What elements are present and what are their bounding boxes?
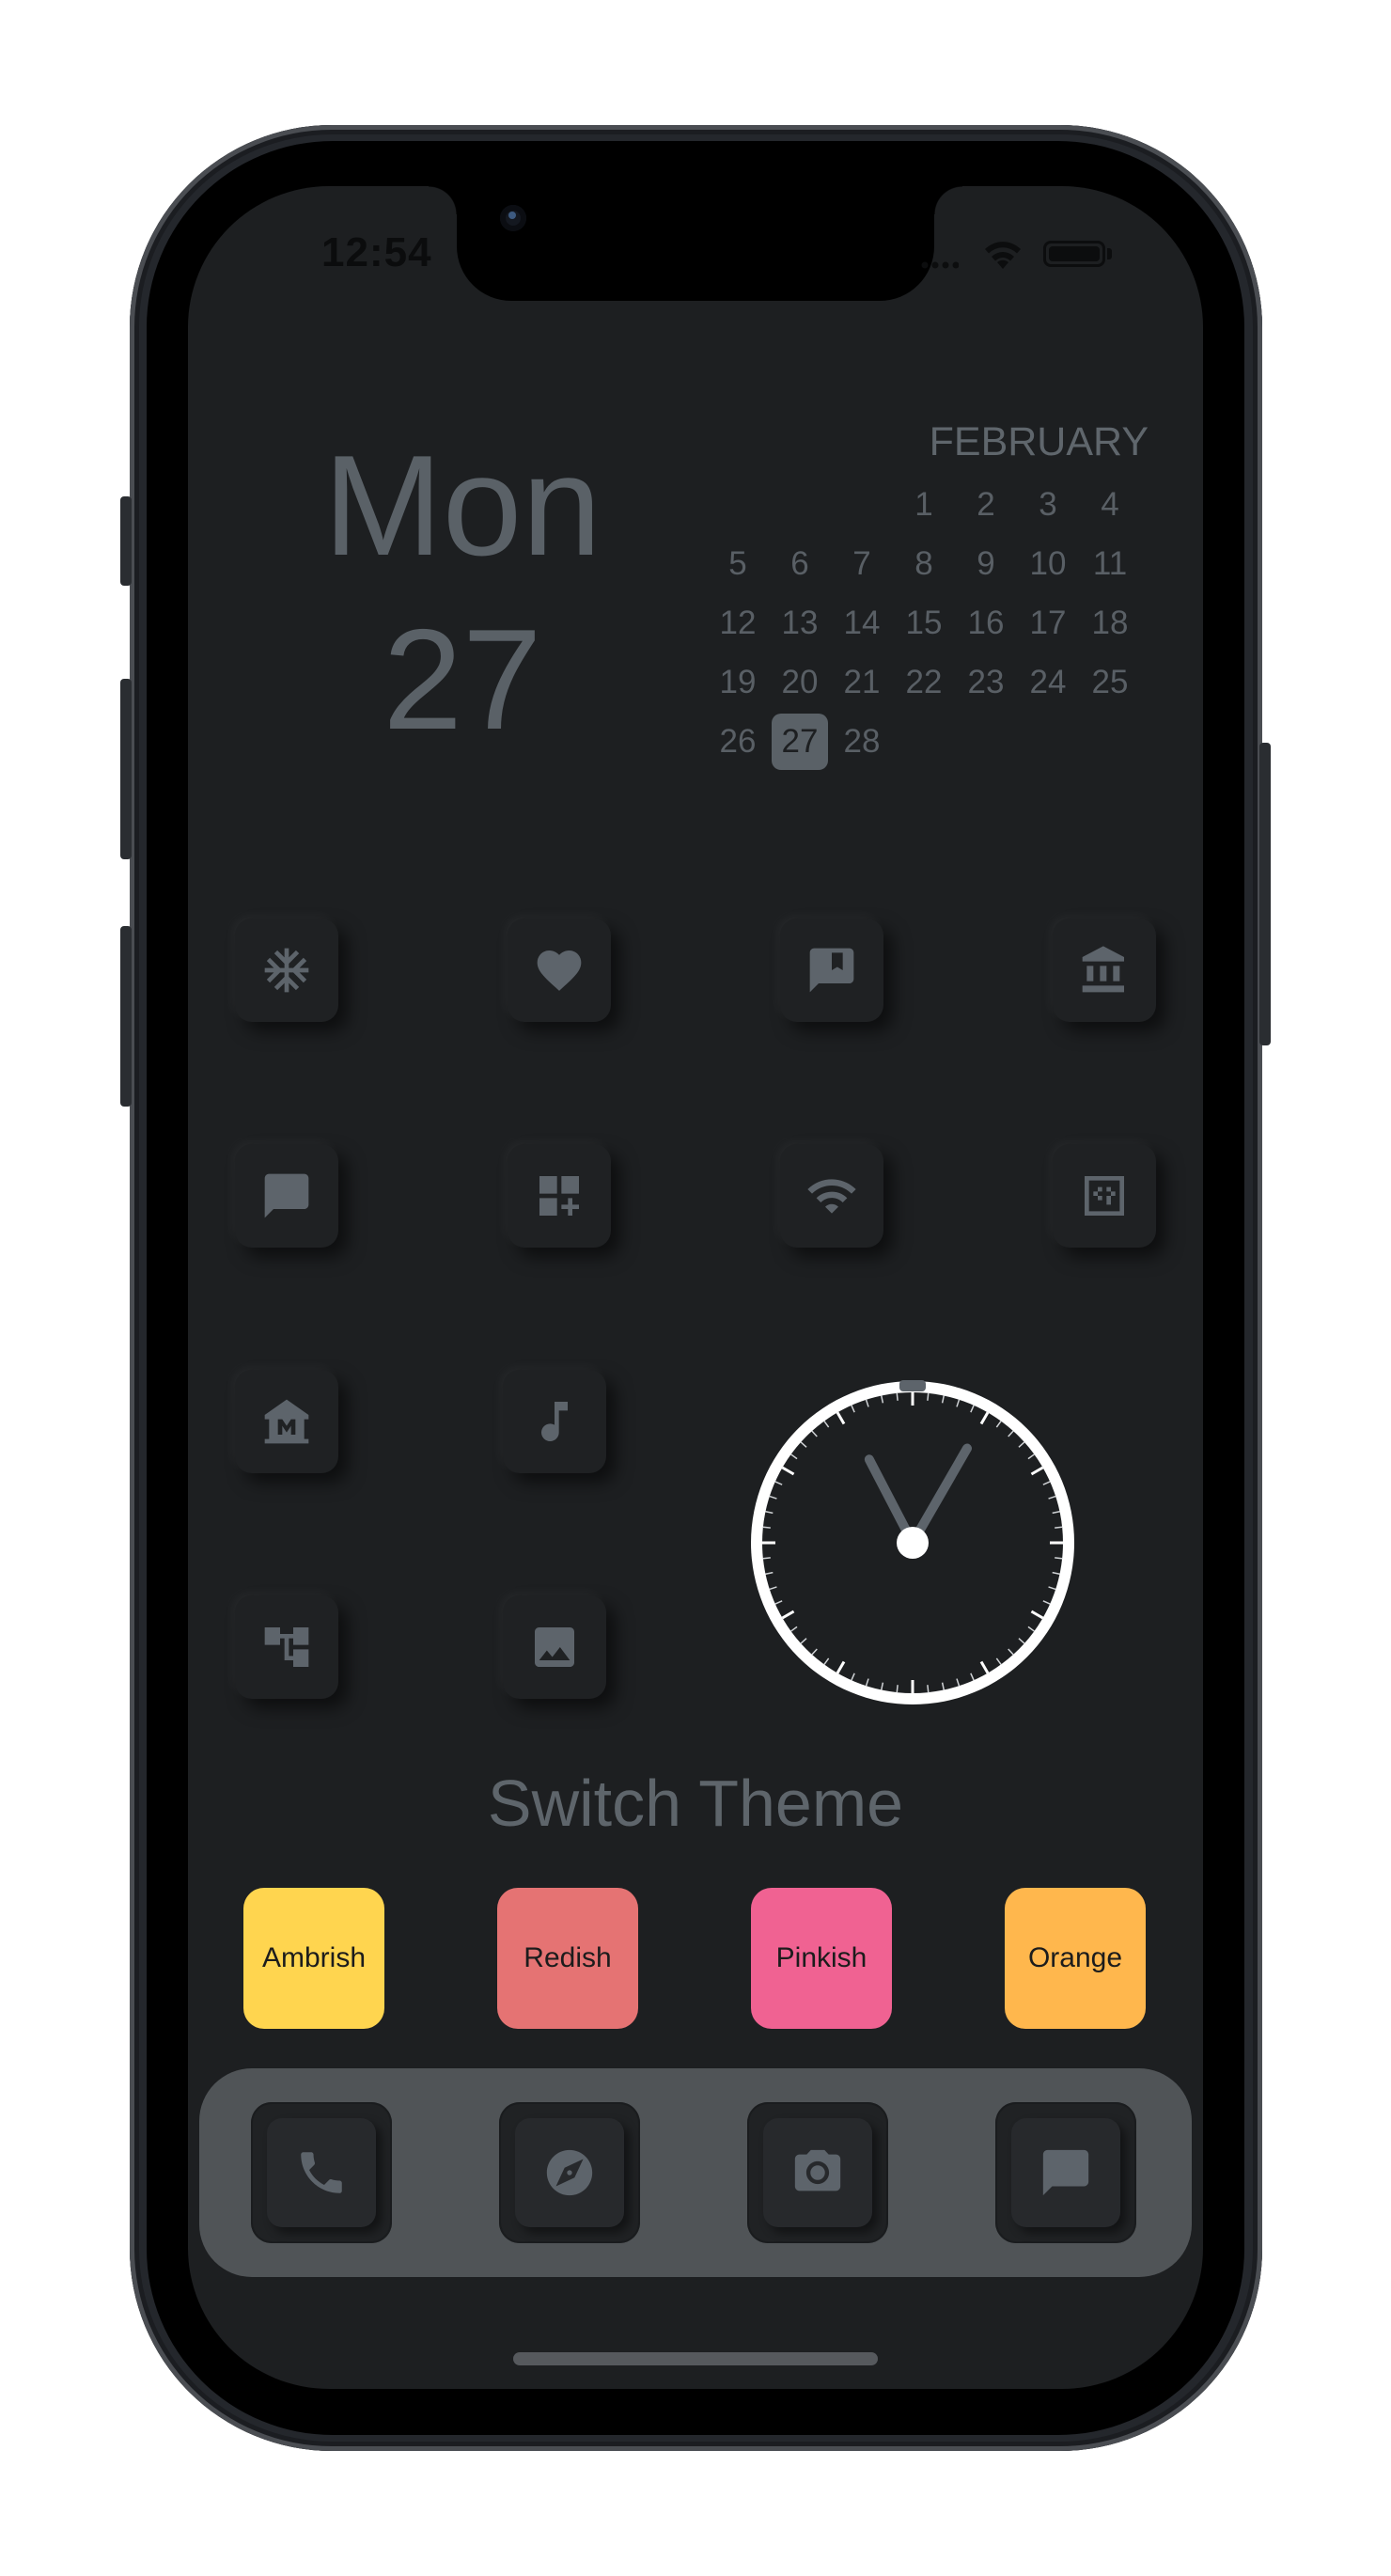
- home-indicator[interactable]: [513, 2352, 878, 2365]
- clock-tick: [896, 1685, 899, 1693]
- volume-up-button: [120, 679, 132, 859]
- app-dashboard-add[interactable]: [508, 1144, 611, 1248]
- dock-compass-button[interactable]: [515, 2118, 624, 2227]
- calendar-day: 24: [1029, 664, 1067, 700]
- calendar-day: 21: [843, 664, 881, 700]
- switch-theme-title: Switch Theme: [487, 1767, 904, 1840]
- notch: [429, 186, 962, 301]
- app-tree-structure[interactable]: [235, 1595, 338, 1699]
- calendar-day: 14: [843, 605, 881, 641]
- calendar-month: FEBRUARY: [929, 419, 1149, 464]
- volume-down-button: [120, 926, 132, 1107]
- app-grid-dots[interactable]: [1053, 1144, 1156, 1248]
- music-note-icon: [541, 1402, 568, 1441]
- dock: [199, 2068, 1192, 2277]
- power-button: [1259, 743, 1271, 1045]
- clock-tick: [1055, 1526, 1063, 1529]
- dock-phone[interactable]: [251, 2102, 392, 2243]
- calendar-day: 23: [967, 664, 1005, 700]
- calendar-day: 16: [967, 605, 1005, 641]
- app-heart[interactable]: [508, 919, 611, 1022]
- image-icon: [535, 1627, 574, 1667]
- theme-button-ambrish[interactable]: Ambrish: [243, 1888, 384, 2029]
- calendar-day: 10: [1029, 545, 1067, 582]
- calendar-day: 25: [1091, 664, 1129, 700]
- app-bookmark-message[interactable]: [780, 919, 883, 1022]
- tree-structure-icon: [264, 1627, 309, 1667]
- clock-tick: [762, 1526, 771, 1529]
- compass-icon: [546, 2149, 593, 2196]
- calendar-day: 6: [790, 545, 809, 582]
- bank-icon: [1082, 946, 1124, 993]
- clock-top-marker: [899, 1380, 926, 1391]
- heart-icon: [537, 950, 582, 991]
- bookmark-message-icon: [809, 948, 854, 993]
- museum-icon: [264, 1399, 309, 1444]
- grid-dots-icon: [1085, 1176, 1124, 1216]
- calendar-day: 11: [1092, 545, 1128, 582]
- message-icon: [1042, 2149, 1089, 2196]
- clock-tick: [762, 1557, 771, 1560]
- home-screen: 12:54 Mon 27 FEBRUARY 1 2 3 4 5 6 7 8 9 10 11 12 13 1…: [188, 186, 1203, 2389]
- calendar-day: 17: [1029, 605, 1067, 641]
- theme-button-pinkish[interactable]: Pinkish: [751, 1888, 892, 2029]
- app-wifi[interactable]: [780, 1144, 883, 1248]
- analog-clock: [751, 1380, 1074, 1704]
- clock-tick: [927, 1685, 930, 1693]
- calendar-day: 7: [852, 545, 871, 582]
- calendar-day: 18: [1091, 605, 1129, 641]
- clock-center: [897, 1527, 929, 1559]
- calendar-day: 2: [977, 486, 995, 523]
- battery-icon: [1043, 241, 1105, 267]
- phone-icon: [301, 2152, 342, 2193]
- calendar-day: 15: [905, 605, 943, 641]
- clock-tick: [896, 1392, 899, 1401]
- dock-compass[interactable]: [499, 2102, 640, 2243]
- wifi-icon: [807, 1179, 856, 1214]
- calendar-day: 9: [977, 545, 995, 582]
- calendar-day: 26: [719, 723, 757, 760]
- signal-dots-icon: [921, 261, 959, 269]
- battery-tip: [1107, 248, 1112, 259]
- calendar-day: 13: [781, 605, 819, 641]
- dashboard-add-icon: [539, 1176, 579, 1216]
- clock-tick: [927, 1392, 930, 1401]
- status-time: 12:54: [321, 229, 432, 275]
- chat-icon: [264, 1173, 309, 1218]
- app-museum[interactable]: [235, 1370, 338, 1473]
- dock-camera[interactable]: [747, 2102, 888, 2243]
- camera-icon: [794, 2149, 841, 2191]
- calendar-day: 22: [905, 664, 943, 700]
- calendar-day: 8: [914, 545, 933, 582]
- dock-message[interactable]: [995, 2102, 1136, 2243]
- day-name: Mon: [323, 426, 602, 586]
- calendar-grid: 1 2 3 4 5 6 7 8 9 10 11 12 13 14 15 16 17 18 19 20 21 22 23 24 2…: [710, 477, 1161, 778]
- day-number: 27: [383, 600, 542, 760]
- app-image[interactable]: [503, 1595, 606, 1699]
- action-button: [120, 496, 132, 586]
- app-music[interactable]: [503, 1370, 606, 1473]
- dock-phone-button[interactable]: [267, 2118, 376, 2227]
- calendar-day: 19: [719, 664, 757, 700]
- calendar-day: 5: [728, 545, 747, 582]
- calendar-day-today: 27: [772, 714, 828, 770]
- wifi-status-icon: [985, 242, 1021, 269]
- app-snowflake[interactable]: [235, 919, 338, 1022]
- snowflake-icon: [264, 948, 309, 993]
- dock-camera-button[interactable]: [763, 2118, 872, 2227]
- calendar-day: 4: [1101, 486, 1119, 523]
- dock-message-button[interactable]: [1011, 2118, 1120, 2227]
- calendar-day: 12: [719, 605, 757, 641]
- calendar-day: 28: [843, 723, 881, 760]
- calendar-day: 1: [914, 486, 933, 523]
- theme-button-orange[interactable]: Orange: [1005, 1888, 1146, 2029]
- calendar-day: 20: [781, 664, 819, 700]
- theme-button-redish[interactable]: Redish: [497, 1888, 638, 2029]
- calendar-day: 3: [1039, 486, 1057, 523]
- front-camera: [500, 205, 526, 231]
- clock-tick: [1055, 1557, 1063, 1560]
- app-bank[interactable]: [1053, 919, 1156, 1022]
- app-chat[interactable]: [235, 1144, 338, 1248]
